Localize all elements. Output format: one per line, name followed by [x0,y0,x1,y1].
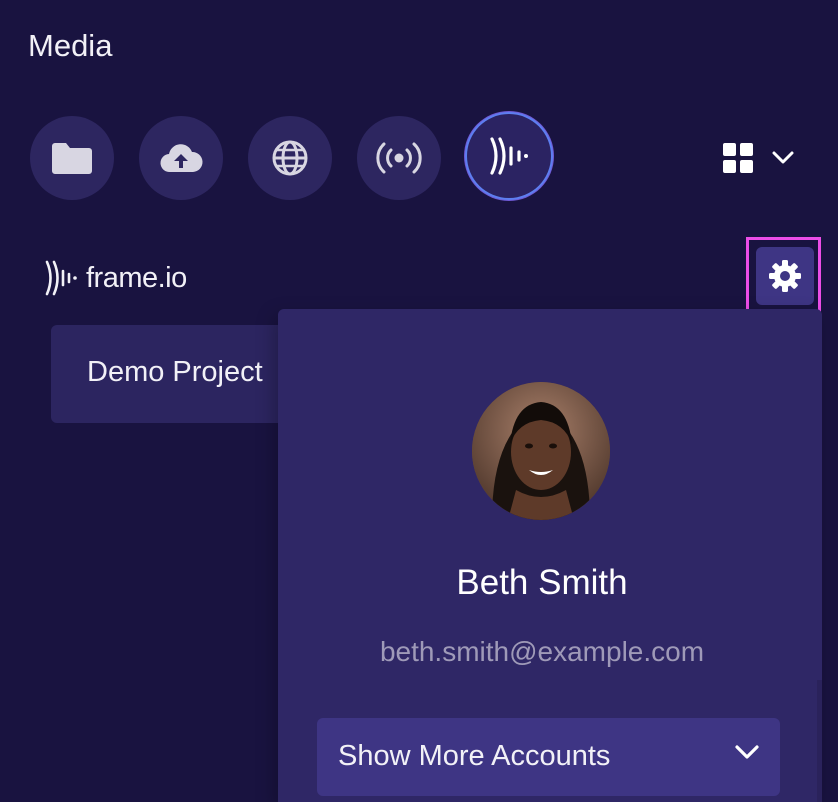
project-name: Demo Project [87,356,263,388]
folder-source-button[interactable] [30,116,114,200]
view-mode-dropdown[interactable] [722,136,806,180]
avatar [472,382,610,520]
gear-icon [769,260,801,292]
frameio-icon [490,137,528,175]
account-popover: Beth Smith beth.smith@example.com Show M… [278,309,822,802]
chevron-down-icon [772,151,794,164]
grid-icon [723,143,753,173]
frameio-source-button[interactable] [467,114,551,198]
web-source-button[interactable] [248,116,332,200]
settings-button[interactable] [756,247,814,305]
frameio-logo-icon [45,260,77,296]
project-card[interactable]: Demo Project [51,325,291,423]
broadcast-icon [376,142,422,174]
show-more-accounts-label: Show More Accounts [338,740,611,772]
frameio-logo: frame.io [44,258,187,298]
upload-source-button[interactable] [139,116,223,200]
settings-highlight [746,237,821,315]
show-more-accounts-button[interactable]: Show More Accounts [317,718,780,796]
user-name: Beth Smith [456,563,628,602]
user-email: beth.smith@example.com [379,636,705,667]
scrollbar[interactable] [817,680,822,802]
globe-icon [272,140,308,176]
folder-icon [52,143,92,174]
frameio-logo-text: frame.io [86,261,187,294]
cloud-upload-icon [160,144,203,173]
media-panel: Media frame.io Demo Project Beth Smith b… [0,0,838,802]
user-photo [472,382,610,520]
panel-title: Media [28,28,113,63]
chevron-down-icon [735,745,759,759]
broadcast-source-button[interactable] [357,116,441,200]
